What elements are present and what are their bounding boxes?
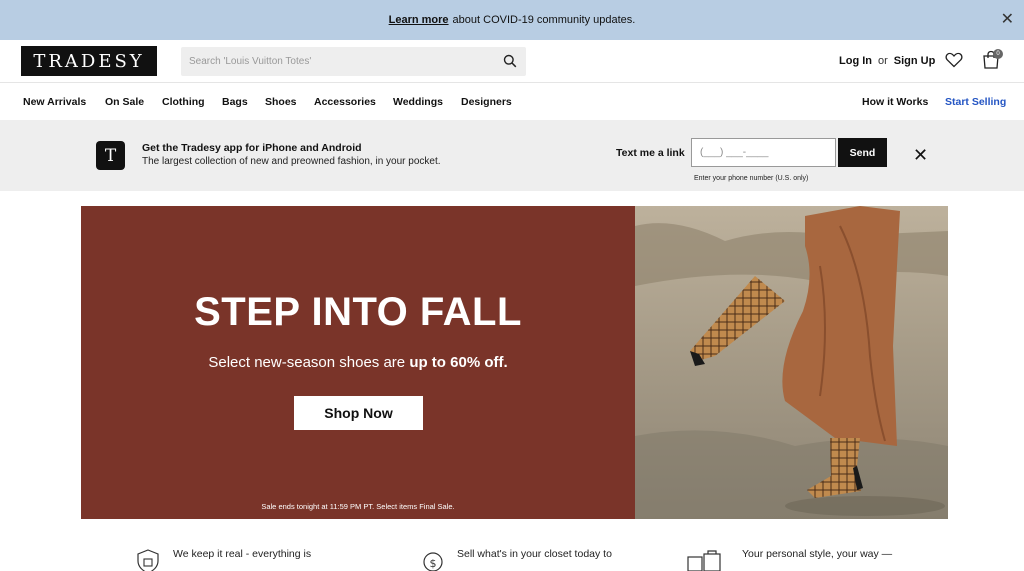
nav-item-accessories[interactable]: Accessories [314,96,376,108]
bag-count-badge: 0 [993,49,1003,59]
search-icon[interactable] [503,54,517,73]
hero-title: STEP INTO FALL [194,290,522,334]
phone-hint-text: Enter your phone number (U.S. only) [694,175,809,182]
auth-links: Log In or Sign Up [839,55,935,67]
shopping-bags-icon [686,549,724,571]
how-it-works-link[interactable]: How it Works [862,96,928,108]
login-link[interactable]: Log In [839,55,872,67]
hero-banner[interactable]: STEP INTO FALL Select new-season shoes a… [81,206,948,519]
svg-text:$: $ [430,557,437,570]
value-prop-sell: Sell what's in your closet today to [457,548,612,560]
tradesy-logo[interactable]: TRADESY [21,46,157,76]
text-me-link-label: Text me a link [616,147,685,159]
phone-number-input[interactable] [691,138,836,167]
site-header: TRADESY Log In or Sign Up 0 [0,40,1024,83]
nav-item-weddings[interactable]: Weddings [393,96,443,108]
nav-item-designers[interactable]: Designers [461,96,512,108]
app-promo-title: Get the Tradesy app for iPhone and Andro… [142,142,362,154]
close-icon[interactable]: ✕ [1001,9,1014,29]
search-bar [181,47,526,76]
heart-icon[interactable] [945,52,963,73]
close-icon[interactable]: ✕ [913,146,928,164]
start-selling-link[interactable]: Start Selling [945,96,1006,108]
hero-subtitle-text: Select new-season shoes are [208,354,406,371]
shield-bag-icon [136,549,160,571]
nav-item-on-sale[interactable]: On Sale [105,96,144,108]
or-text: or [878,55,888,67]
dollar-cycle-icon: $ [421,549,445,571]
nav-item-clothing[interactable]: Clothing [162,96,205,108]
nav-item-shoes[interactable]: Shoes [265,96,297,108]
signup-link[interactable]: Sign Up [894,55,936,67]
hero-text-panel: STEP INTO FALL Select new-season shoes a… [81,206,635,519]
hero-subtitle: Select new-season shoes are up to 60% of… [81,354,635,371]
app-download-bar: T Get the Tradesy app for iPhone and And… [0,120,1024,191]
app-promo-subtitle: The largest collection of new and preown… [142,156,441,167]
search-input[interactable] [181,47,491,76]
hero-subtitle-discount: up to 60% off. [409,354,508,371]
covid-banner-text: about COVID-19 community updates. [452,14,636,26]
tradesy-app-icon: T [96,141,125,170]
category-nav: New Arrivals On Sale Clothing Bags Shoes… [0,84,1024,120]
covid-learn-more-link[interactable]: Learn more [389,14,449,26]
covid-banner: Learn more about COVID-19 community upda… [0,0,1024,40]
hero-photo [635,206,948,519]
hero-fine-print: Sale ends tonight at 11:59 PM PT. Select… [261,502,455,511]
value-prop-style: Your personal style, your way — [742,548,893,560]
nav-item-new-arrivals[interactable]: New Arrivals [23,96,86,108]
nav-item-bags[interactable]: Bags [222,96,248,108]
shop-now-button[interactable]: Shop Now [294,396,423,430]
send-button[interactable]: Send [838,138,887,167]
value-prop-authenticity: We keep it real - everything is [173,548,312,560]
